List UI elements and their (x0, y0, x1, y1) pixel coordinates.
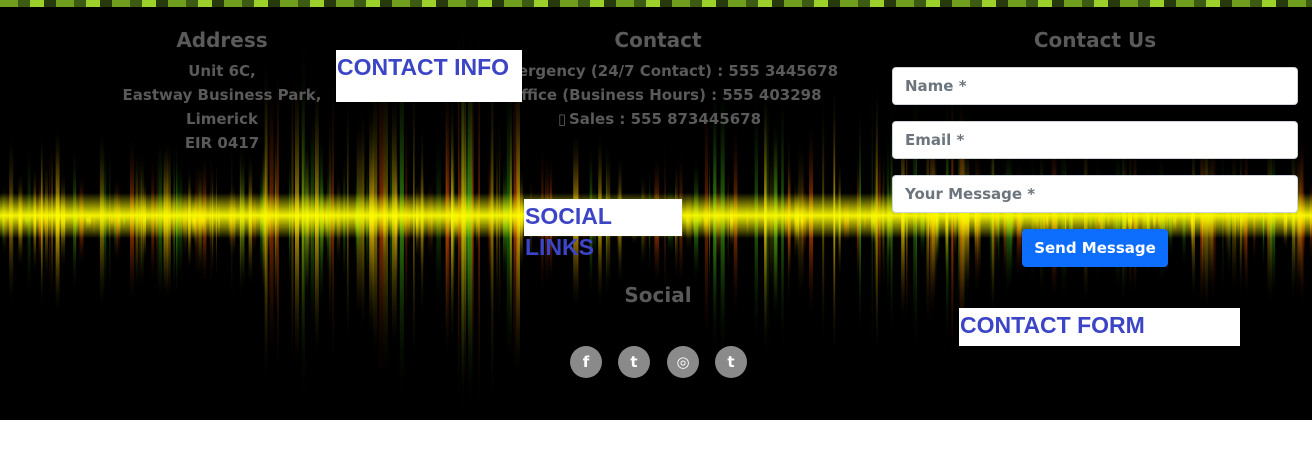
address-title: Address (176, 28, 268, 52)
name-field-placeholder: Name * (905, 77, 967, 95)
message-field[interactable]: Your Message * (892, 175, 1298, 213)
twitter-icon[interactable]: t (618, 346, 650, 378)
annotation-contact-info: CONTACT INFO (336, 50, 522, 102)
instagram-icon[interactable]: ◎ (667, 346, 699, 378)
address-line-4: EIR 0417 (184, 134, 260, 152)
name-field[interactable]: Name * (892, 67, 1298, 105)
email-field[interactable]: Email * (892, 121, 1298, 159)
contact-us-title: Contact Us (1033, 28, 1157, 52)
facebook-icon[interactable]: f (570, 346, 602, 378)
address-line-3: Limerick (186, 110, 258, 128)
annotation-social-links: SOCIAL LINKS (524, 199, 682, 260)
mobile-icon: ▯ (557, 110, 567, 128)
send-message-button[interactable]: Send Message (1022, 229, 1168, 267)
social-title: Social (624, 283, 692, 307)
annotation-contact-form: CONTACT FORM (959, 308, 1240, 346)
contact-title: Contact (614, 28, 702, 52)
email-field-placeholder: Email * (905, 131, 965, 149)
address-line-1: Unit 6C, (188, 62, 256, 80)
contact-office-text: Office (Business Hours) : 555 403298 (508, 86, 822, 104)
top-foliage-strip (0, 0, 1312, 7)
contact-sales: ▯ Sales : 555 873445678 (458, 110, 858, 128)
contact-emergency-text: Emergency (24/7 Contact) : 555 3445678 (491, 62, 839, 80)
address-line-2: Eastway Business Park, (122, 86, 322, 104)
contact-sales-text: Sales : 555 873445678 (568, 110, 762, 128)
message-field-placeholder: Your Message * (905, 185, 1036, 203)
tumblr-icon[interactable]: t (715, 346, 747, 378)
footer-section: Address Unit 6C, Eastway Business Park, … (0, 0, 1312, 420)
